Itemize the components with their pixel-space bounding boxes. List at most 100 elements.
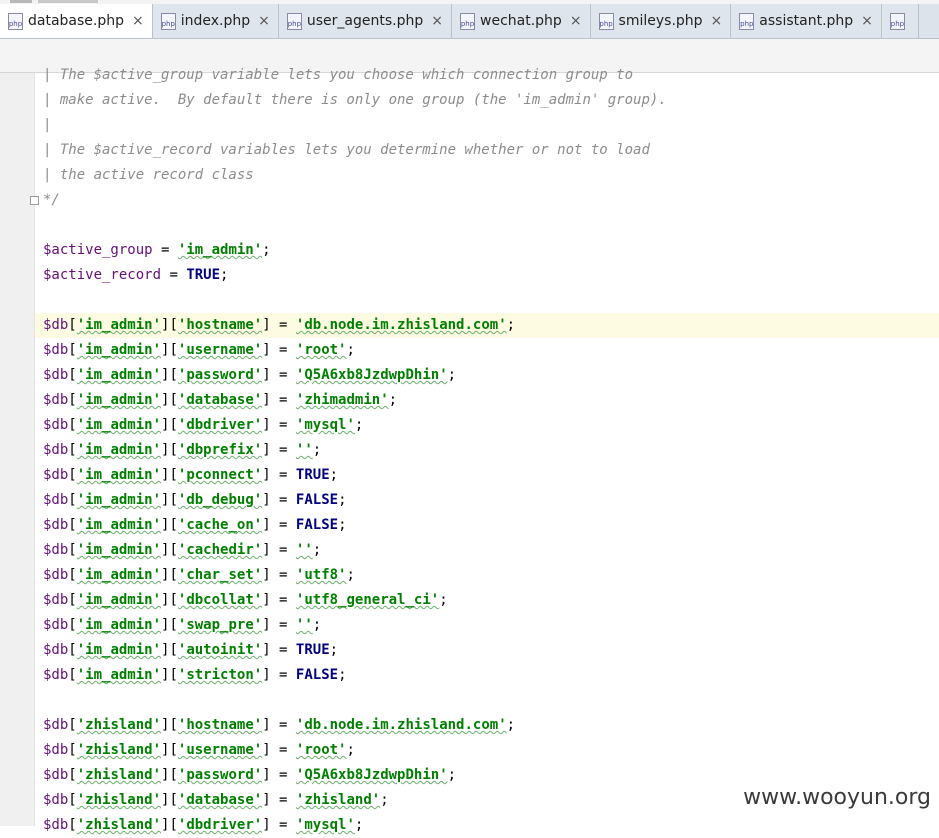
code-line[interactable]: $db['im_admin']['dbprefix'] = ''; (35, 438, 939, 463)
code-token-var: $db (43, 392, 69, 408)
tab-database[interactable]: php database.php × (0, 4, 153, 38)
php-file-icon-label: php (890, 19, 905, 28)
code-line[interactable]: | The $active_record variables lets you … (35, 138, 939, 163)
code-token-op: [ (68, 642, 77, 658)
code-line[interactable]: $db['im_admin']['hostname'] = 'db.node.i… (35, 313, 939, 338)
code-token-op: = (152, 242, 178, 258)
tab-label: smileys.php (618, 13, 703, 29)
code-token-str: '' (295, 442, 313, 458)
code-line[interactable] (35, 688, 939, 713)
code-line[interactable]: $db['im_admin']['username'] = 'root'; (35, 338, 939, 363)
code-line[interactable]: $db['im_admin']['database'] = 'zhimadmin… (35, 388, 939, 413)
code-token-var: $active_group (43, 242, 153, 258)
code-line[interactable]: $db['im_admin']['dbdriver'] = 'mysql'; (35, 413, 939, 438)
code-line[interactable]: */ (35, 188, 939, 213)
code-token-var: $db (43, 742, 69, 758)
code-token-op: ] = (262, 417, 296, 433)
code-line[interactable]: $db['zhisland']['hostname'] = 'db.node.i… (35, 713, 939, 738)
code-token-str: 'im_admin' (76, 667, 162, 683)
close-icon[interactable]: × (431, 13, 443, 29)
code-token-var: $db (43, 717, 69, 733)
code-token-op: [ (68, 492, 77, 508)
code-token-str: 'im_admin' (76, 442, 162, 458)
code-line[interactable]: $db['im_admin']['db_debug'] = FALSE; (35, 488, 939, 513)
code-token-op: [ (68, 817, 77, 833)
tab-label: wechat.php (480, 13, 562, 29)
code-line[interactable]: $db['im_admin']['pconnect'] = TRUE; (35, 463, 939, 488)
code-token-var: $db (43, 492, 69, 508)
code-line[interactable]: $db['im_admin']['cachedir'] = ''; (35, 538, 939, 563)
code-token-var: $db (43, 792, 69, 808)
code-line[interactable]: $db['im_admin']['cache_on'] = FALSE; (35, 513, 939, 538)
code-token-cm: | (43, 117, 52, 133)
php-file-icon-label: php (740, 19, 754, 28)
close-icon[interactable]: × (258, 13, 270, 29)
code-line[interactable]: $db['im_admin']['password'] = 'Q5A6xb8Jz… (35, 363, 939, 388)
code-line[interactable]: | (35, 113, 939, 138)
code-line[interactable] (35, 288, 939, 313)
code-token-str: 'dbdriver' (177, 817, 263, 833)
line-gutter[interactable] (0, 73, 39, 826)
tab-smileys[interactable]: php smileys.php × (590, 4, 732, 38)
code-line[interactable]: $db['im_admin']['char_set'] = 'utf8'; (35, 563, 939, 588)
code-line[interactable]: | The $active_group variable lets you ch… (35, 63, 939, 88)
code-token-var: $db (43, 467, 69, 483)
code-line[interactable]: | make active. By default there is only … (35, 88, 939, 113)
code-line[interactable]: $db['zhisland']['username'] = 'root'; (35, 738, 939, 763)
code-line[interactable]: $db['im_admin']['stricton'] = FALSE; (35, 663, 939, 688)
close-icon[interactable]: × (570, 13, 582, 29)
code-token-str: 'pconnect' (177, 467, 263, 483)
code-token-op: [ (68, 742, 77, 758)
code-token-op: [ (68, 567, 77, 583)
code-token-str: 'mysql' (295, 817, 355, 833)
code-token-kw: TRUE (186, 267, 221, 283)
code-line[interactable]: | the active record class (35, 163, 939, 188)
code-token-str: 'Q5A6xb8JzdwpDhin' (295, 367, 448, 383)
code-token-str: 'mysql' (295, 417, 355, 433)
code-token-cm: | make active. By default there is only … (43, 92, 667, 108)
tab-user-agents[interactable]: php user_agents.php × (278, 4, 452, 38)
code-line[interactable]: $active_record = TRUE; (35, 263, 939, 288)
code-token-op: ][ (161, 617, 178, 633)
close-icon[interactable]: × (861, 13, 873, 29)
tab-wechat[interactable]: php wechat.php × (452, 4, 591, 38)
code-token-op: ][ (161, 517, 178, 533)
code-line[interactable] (35, 213, 939, 238)
php-file-icon: php (739, 12, 755, 30)
code-token-op: ] = (262, 617, 296, 633)
code-token-op: ][ (161, 567, 178, 583)
code-token-str: 'dbcollat' (177, 592, 263, 608)
code-token-str: 'zhisland' (76, 717, 162, 733)
close-icon[interactable]: × (132, 13, 144, 29)
code-token-str: 'hostname' (177, 717, 263, 733)
editor-tab-bar: php database.php × php index.php × php user_age… (0, 4, 939, 39)
code-token-op: ] = (262, 367, 296, 383)
tab-index[interactable]: php index.php × (152, 4, 279, 38)
code-line[interactable]: $db['im_admin']['dbcollat'] = 'utf8_gene… (35, 588, 939, 613)
code-token-str: 'dbdriver' (177, 417, 263, 433)
code-token-op: ; (312, 617, 322, 633)
code-token-op: ; (447, 767, 457, 783)
code-token-var: $db (43, 517, 69, 533)
code-token-str: 'im_admin' (76, 617, 162, 633)
code-token-op: ] = (262, 492, 296, 508)
code-line[interactable]: $db['im_admin']['swap_pre'] = ''; (35, 613, 939, 638)
code-line[interactable]: $db['im_admin']['autoinit'] = TRUE; (35, 638, 939, 663)
code-line[interactable]: $active_group = 'im_admin'; (35, 238, 939, 263)
code-token-op: ][ (161, 642, 178, 658)
code-token-op: ][ (161, 317, 178, 333)
code-token-op: [ (68, 617, 77, 633)
close-icon[interactable]: × (711, 13, 723, 29)
php-file-icon-label: php (161, 19, 175, 28)
code-token-op: ; (262, 242, 271, 258)
php-file-icon: php (598, 12, 614, 30)
code-token-var: $db (43, 367, 69, 383)
tab-overflow[interactable]: php (881, 4, 919, 38)
tab-assistant[interactable]: php assistant.php × (731, 4, 882, 38)
code-token-str: 'zhisland' (76, 817, 162, 833)
code-token-op: ] = (262, 742, 296, 758)
php-file-icon: php (460, 12, 475, 30)
code-token-str: 'cache_on' (177, 517, 263, 533)
code-token-str: '' (295, 617, 313, 633)
code-editor[interactable]: | The $active_group variable lets you ch… (35, 63, 939, 838)
